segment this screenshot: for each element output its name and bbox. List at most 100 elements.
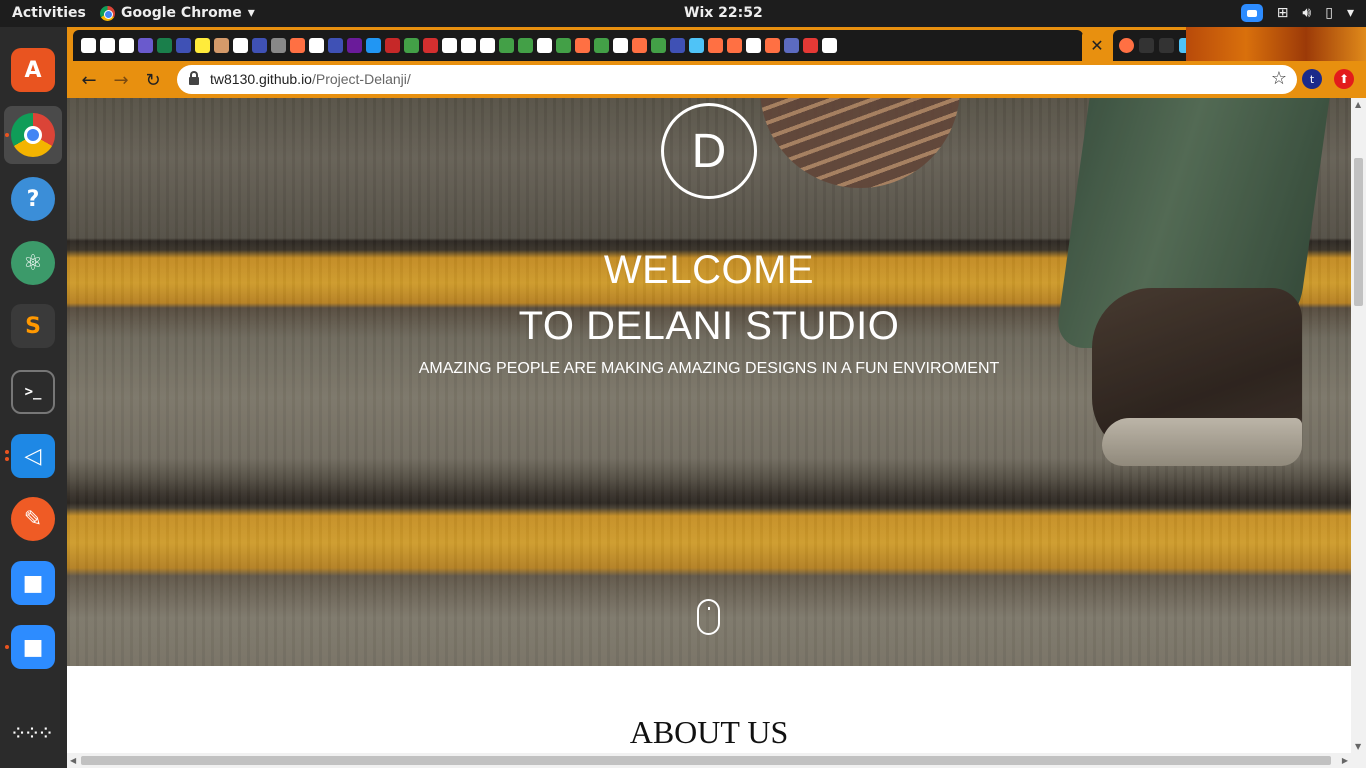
system-tray[interactable]: ⊞ 🔊︎ ▯ ▾	[1240, 4, 1354, 22]
dock-item-zoom-2[interactable]: ■	[4, 618, 62, 676]
tab-favicon[interactable]	[233, 38, 248, 53]
system-top-bar: Activities Google Chrome ▾ Wix 22:52 ⊞ 🔊…	[0, 0, 1366, 27]
tab-close-icon[interactable]: ✕	[1090, 36, 1103, 55]
tab-favicon[interactable]	[537, 38, 552, 53]
tab-favicon[interactable]	[613, 38, 628, 53]
active-tab[interactable]: ✕	[1082, 30, 1112, 61]
horizontal-scroll-thumb[interactable]	[81, 756, 1331, 765]
dock-item-sublime[interactable]: S	[4, 297, 62, 355]
lock-icon[interactable]	[189, 71, 199, 85]
tab-favicon[interactable]	[119, 38, 134, 53]
sublime-text-icon: S	[11, 304, 55, 348]
address-bar[interactable]: tw8130.github.io/Project-Delanji/ ☆	[177, 65, 1297, 94]
tab-favicon[interactable]	[214, 38, 229, 53]
scroll-mouse-icon[interactable]	[697, 599, 720, 635]
tab-favicon[interactable]	[423, 38, 438, 53]
dock-item-vscode[interactable]: ◁	[4, 427, 62, 485]
dock-item-atom[interactable]: ⚛	[4, 234, 62, 292]
terminal-icon: >_	[11, 370, 55, 414]
zoom-tray-icon[interactable]	[1240, 4, 1263, 22]
tab-favicon[interactable]	[784, 38, 799, 53]
dock-item-chrome[interactable]	[4, 106, 62, 164]
tab-favicon[interactable]	[632, 38, 647, 53]
tab-favicon[interactable]	[727, 38, 742, 53]
scroll-right-icon[interactable]: ▶	[1342, 756, 1348, 765]
tab-favicon[interactable]	[499, 38, 514, 53]
tab-favicon[interactable]	[100, 38, 115, 53]
tab-favicon[interactable]	[651, 38, 666, 53]
tab-favicon[interactable]	[328, 38, 343, 53]
tab-favicon[interactable]	[138, 38, 153, 53]
tab-favicon[interactable]	[822, 38, 837, 53]
scroll-up-icon[interactable]: ▲	[1355, 100, 1361, 109]
running-indicator	[5, 645, 9, 649]
dock: A ? ⚛ S >_ ◁ ✎ ■ ■ ⁘⁘⁘	[0, 27, 67, 768]
about-us-heading: ABOUT US	[629, 714, 789, 750]
tab-favicon[interactable]	[157, 38, 172, 53]
dock-item-postman[interactable]: ✎	[4, 490, 62, 548]
software-center-icon: A	[11, 48, 55, 92]
tab-favicon[interactable]	[81, 38, 96, 53]
tab-favicon[interactable]	[480, 38, 495, 53]
activities-button[interactable]: Activities	[12, 5, 86, 21]
help-icon: ?	[11, 177, 55, 221]
dock-item-software[interactable]: A	[4, 41, 62, 99]
tab-favicon[interactable]	[518, 38, 533, 53]
dock-item-help[interactable]: ?	[4, 170, 62, 228]
tab-favicon[interactable]	[1139, 38, 1154, 53]
vertical-scrollbar[interactable]: ▲ ▼	[1351, 98, 1366, 753]
tab-favicon[interactable]	[765, 38, 780, 53]
horizontal-scrollbar[interactable]: ◀ ▶	[67, 753, 1366, 768]
extension-icon[interactable]: ⬆	[1334, 69, 1354, 89]
running-indicator	[5, 450, 9, 454]
tab-favicon[interactable]	[366, 38, 381, 53]
tab-favicon[interactable]	[1159, 38, 1174, 53]
theme-background	[1186, 27, 1366, 61]
pinned-tabs[interactable]	[73, 30, 1083, 61]
profile-avatar[interactable]: t	[1302, 69, 1322, 89]
scroll-down-icon[interactable]: ▼	[1355, 742, 1361, 751]
reload-icon[interactable]: ↻	[141, 68, 165, 92]
tab-favicon[interactable]	[271, 38, 286, 53]
tab-favicon[interactable]	[252, 38, 267, 53]
tab-favicon[interactable]	[708, 38, 723, 53]
system-menu-chevron-icon[interactable]: ▾	[1347, 5, 1354, 21]
url-text[interactable]: tw8130.github.io/Project-Delanji/	[210, 71, 411, 87]
tab-favicon[interactable]	[670, 38, 685, 53]
show-applications-button[interactable]: ⁘⁘⁘	[4, 705, 62, 763]
chevron-down-icon: ▾	[247, 5, 255, 21]
tab-favicon[interactable]	[176, 38, 191, 53]
battery-icon[interactable]: ▯	[1325, 5, 1333, 21]
logo[interactable]: D	[661, 103, 757, 199]
postman-icon: ✎	[11, 497, 55, 541]
tab-favicon[interactable]	[347, 38, 362, 53]
tab-favicon[interactable]	[461, 38, 476, 53]
network-icon[interactable]: ⊞	[1277, 5, 1289, 21]
tab-favicon[interactable]	[404, 38, 419, 53]
volume-icon[interactable]: 🔊︎	[1302, 5, 1311, 21]
tab-favicon[interactable]	[575, 38, 590, 53]
welcome-heading-line2: TO DELANI STUDIO	[518, 304, 900, 348]
show-apps-icon: ⁘⁘⁘	[12, 726, 54, 742]
more-tabs[interactable]	[1113, 30, 1194, 61]
dock-item-terminal[interactable]: >_	[4, 363, 62, 421]
tab-favicon[interactable]	[556, 38, 571, 53]
forward-icon[interactable]: →	[109, 68, 133, 92]
back-icon[interactable]: ←	[77, 68, 101, 92]
bookmark-star-icon[interactable]: ☆	[1271, 68, 1287, 89]
tab-favicon[interactable]	[803, 38, 818, 53]
tab-favicon[interactable]	[290, 38, 305, 53]
tab-favicon[interactable]	[195, 38, 210, 53]
tab-favicon[interactable]	[309, 38, 324, 53]
tab-favicon[interactable]	[385, 38, 400, 53]
dock-item-zoom[interactable]: ■	[4, 554, 62, 612]
app-menu[interactable]: Google Chrome ▾	[100, 5, 255, 21]
tab-favicon[interactable]	[442, 38, 457, 53]
tab-favicon[interactable]	[746, 38, 761, 53]
vertical-scroll-thumb[interactable]	[1354, 158, 1363, 306]
tab-favicon[interactable]	[1119, 38, 1134, 53]
scroll-left-icon[interactable]: ◀	[70, 756, 76, 765]
tab-favicon[interactable]	[689, 38, 704, 53]
tab-favicon[interactable]	[594, 38, 609, 53]
clock[interactable]: Wix 22:52	[684, 5, 763, 21]
